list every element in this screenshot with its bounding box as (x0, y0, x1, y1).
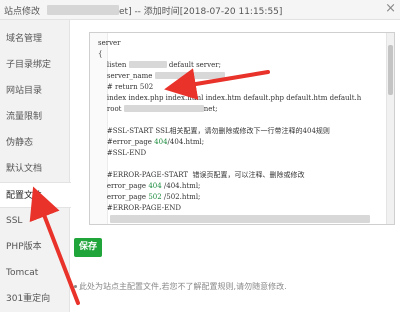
code-line: server (98, 39, 121, 47)
code-number: 404 (148, 182, 162, 190)
code-text: #error_page (98, 138, 155, 146)
code-text: default server; (166, 61, 221, 69)
sidebar-item-domain[interactable]: 域名管理 (0, 26, 70, 52)
sidebar-item-site-directory[interactable]: 网站目录 (0, 78, 70, 104)
code-text: /404.html; (161, 182, 201, 190)
code-text: # return 502 (98, 83, 154, 91)
code-line: #ERROR-PAGE-END (98, 204, 181, 212)
code-line: server_name (98, 71, 225, 82)
redacted-site-name (47, 5, 119, 15)
code-line: listen default server; (98, 60, 221, 71)
code-text: listen (98, 61, 129, 69)
code-text: error_page (98, 182, 149, 190)
sidebar-item-traffic-limit[interactable]: 流量限制 (0, 104, 70, 130)
code-line: error_page 502 /502.html; (98, 192, 201, 203)
blurred-code-line (110, 215, 370, 223)
code-text: root (98, 105, 124, 113)
config-code-editor[interactable]: server { listen default server; server_n… (89, 32, 395, 225)
code-line: { (98, 50, 103, 58)
sidebar-item-redirect-301[interactable]: 301重定向 (0, 286, 70, 312)
code-line: index index.php index.html index.htm def… (98, 94, 362, 102)
code-line: #SSL-END (98, 149, 147, 157)
dialog-title-bar: 站点修改 et] -- 添加时间[2018-07-20 11:15:55] × (0, 0, 400, 20)
settings-sidebar: 域名管理 子目录绑定 网站目录 流量限制 伪静态 默认文档 配置文件 SSL P… (0, 20, 71, 312)
config-warning-hint: 此处为站点主配置文件,若您不了解配置规则,请勿随意修改. (79, 282, 287, 291)
dialog-title-prefix: 站点修改 (4, 7, 41, 17)
hint-bullet-icon (74, 285, 77, 288)
code-line: #SSL-START SSL相关配置，请勿删除或修改下一行带注释的404规则 (98, 127, 330, 135)
sidebar-item-ssl[interactable]: SSL (0, 208, 70, 234)
redacted-port (128, 61, 167, 68)
sidebar-item-tomcat[interactable]: Tomcat (0, 260, 70, 286)
code-number: 404 (154, 138, 168, 146)
save-button[interactable]: 保存 (74, 238, 102, 257)
code-number: 502 (148, 193, 162, 201)
redacted-root-path (123, 105, 204, 112)
code-text: /404.html; (167, 138, 205, 146)
code-text: server_name (98, 72, 155, 80)
redacted-server-name (154, 72, 225, 79)
code-line: root net; (98, 104, 218, 115)
code-text: net; (203, 105, 218, 113)
editor-scrollbar[interactable] (386, 33, 394, 224)
code-line: #ERROR-PAGE-START 错误页配置，可以注释、删除或修改 (98, 171, 305, 179)
code-text: error_page (98, 193, 149, 201)
dialog-title-suffix: et] -- 添加时间[2018-07-20 11:15:55] (119, 7, 283, 17)
sidebar-item-php-version[interactable]: PHP版本 (0, 234, 70, 260)
sidebar-item-rewrite[interactable]: 伪静态 (0, 130, 70, 156)
sidebar-item-default-doc[interactable]: 默认文档 (0, 156, 70, 182)
close-icon[interactable]: × (385, 1, 396, 17)
code-line: error_page 404 /404.html; (98, 181, 201, 192)
code-line: #error_page 404/404.html; (98, 137, 204, 148)
sidebar-item-config-file[interactable]: 配置文件 (0, 182, 71, 208)
code-text: /502.html; (161, 193, 201, 201)
code-line: # return 502 (98, 82, 153, 93)
scrollbar-thumb[interactable] (388, 45, 393, 95)
sidebar-item-subdir-binding[interactable]: 子目录绑定 (0, 52, 70, 78)
